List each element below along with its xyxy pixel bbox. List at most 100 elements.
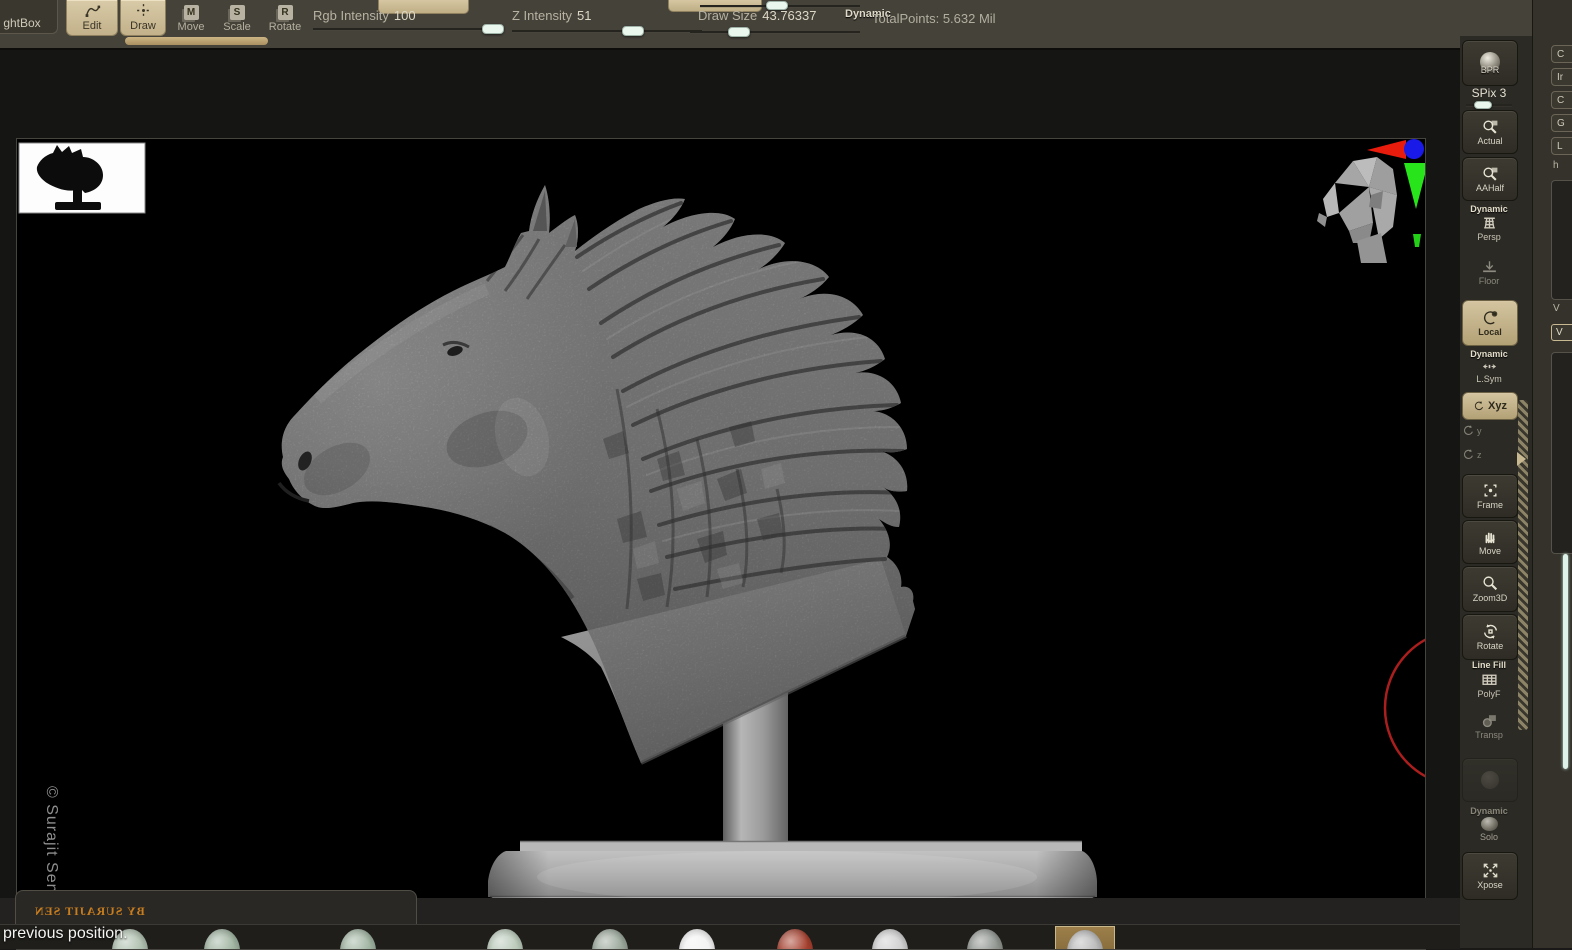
tray-fragment-button[interactable]: G <box>1551 114 1572 132</box>
xpose-button[interactable]: Xpose <box>1462 852 1518 900</box>
bpr-button[interactable]: BPR <box>1462 40 1518 86</box>
tray-scrollbar[interactable] <box>1563 554 1568 769</box>
tray-divider-arrow-icon[interactable] <box>1517 452 1526 466</box>
aahalf-label: AAHalf <box>1475 183 1504 193</box>
tray-fragment-button[interactable]: Ir <box>1551 68 1572 86</box>
material-sphere <box>872 929 908 949</box>
tray-divider[interactable] <box>1518 400 1528 730</box>
lsym-label: L.Sym <box>1476 374 1502 384</box>
toolbar-scroll-indicator[interactable] <box>125 37 268 45</box>
material-sphere <box>487 929 523 949</box>
document-background: © Surajit Sen 2025 <box>0 50 1460 950</box>
rotate-camera-button[interactable]: Rotate <box>1462 614 1518 660</box>
rotate-y-button[interactable]: y <box>1462 424 1516 437</box>
tray-fragment-panel <box>1551 352 1572 554</box>
tray-fragment-button[interactable]: C <box>1551 45 1572 63</box>
solo-icon <box>1480 817 1498 831</box>
transp-button[interactable]: Transp <box>1462 712 1516 740</box>
local-button[interactable]: Local <box>1462 300 1518 346</box>
draw-size-slider[interactable] <box>690 31 860 33</box>
material-thumb-spiky-creature[interactable] <box>580 926 640 949</box>
spix-value: 3 <box>1499 86 1507 100</box>
frame-button[interactable]: Frame <box>1462 474 1518 518</box>
actual-button[interactable]: Actual <box>1462 110 1518 154</box>
xyz-label: Xyz <box>1488 400 1507 412</box>
zoom3d-button[interactable]: Zoom3D <box>1462 566 1518 612</box>
lsym-button[interactable]: L.Sym <box>1462 360 1516 384</box>
material-thumb-sculpt-head-2[interactable] <box>328 926 388 949</box>
sculpt-canvas[interactable]: © Surajit Sen 2025 <box>16 138 1426 950</box>
draw-label: Draw <box>130 20 156 32</box>
tray-fragment-button[interactable]: L <box>1551 137 1572 155</box>
move-icon: M <box>183 5 199 20</box>
rgb-intensity-label: Rgb Intensity 100 <box>313 8 416 23</box>
dynamic-lsym-label: Dynamic <box>1470 349 1508 359</box>
ghost-button[interactable] <box>1462 758 1518 802</box>
tool-preview-thumbnail[interactable] <box>18 142 146 214</box>
spix-label: SPix <box>1471 86 1497 100</box>
draw-icon <box>135 2 152 19</box>
rgb-intensity-handle[interactable] <box>482 24 504 34</box>
lightbox-button[interactable]: ghtBox <box>0 0 58 34</box>
scale-mode-button[interactable]: S Scale <box>214 0 260 36</box>
move-camera-button[interactable]: Move <box>1462 520 1518 564</box>
draw-mode-button[interactable]: Draw <box>120 0 166 36</box>
material-sphere <box>777 929 813 949</box>
material-sphere <box>679 929 715 949</box>
total-points-readout: TotalPoints: 5.632 Mil <box>872 11 996 26</box>
material-thumb-sphere-pale-green[interactable] <box>475 926 535 949</box>
rotate-z-letter: z <box>1477 449 1482 460</box>
actual-label: Actual <box>1477 136 1503 146</box>
material-sphere <box>1067 930 1103 949</box>
orientation-gizmo[interactable] <box>1317 139 1425 263</box>
material-thumb-sphere-gray[interactable] <box>955 926 1015 949</box>
material-thumb-sphere-red[interactable] <box>765 926 825 949</box>
credit-text-mirrored: By Surajit Sen <box>34 904 145 918</box>
rgb-intensity-value: 100 <box>393 8 416 23</box>
tray-fragment-button[interactable]: C <box>1551 91 1572 109</box>
xpose-icon <box>1482 862 1499 879</box>
right-shelf: BPR SPix 3 Actual AAHalf Dynamic Persp F… <box>1460 36 1532 948</box>
rotate-z-button[interactable]: z <box>1462 448 1516 461</box>
bottom-bar: By Surajit Sen previous position. <box>0 890 1460 949</box>
top-toolbar: ghtBox Edit Draw M Move S Scale R Rotate… <box>0 0 1572 50</box>
edit-icon <box>84 2 101 19</box>
draw-size-value: 43.76337 <box>762 8 817 23</box>
material-thumb-sphere-white[interactable] <box>667 926 727 949</box>
horse-sculpture[interactable] <box>247 179 947 779</box>
material-sphere <box>340 929 376 949</box>
zoom3d-icon <box>1482 575 1499 592</box>
material-thumb-sphere-selected[interactable] <box>1055 926 1115 949</box>
rotate-camera-icon <box>1482 623 1499 640</box>
tray-fragment-field[interactable]: V <box>1551 324 1572 341</box>
draw-size-label: Draw Size 43.76337 <box>698 8 817 23</box>
z-intensity-handle[interactable] <box>622 26 644 36</box>
rotate-mode-button[interactable]: R Rotate <box>260 0 310 36</box>
persp-button[interactable]: Persp <box>1462 214 1516 242</box>
z-intensity-label: Z Intensity 51 <box>512 8 592 23</box>
persp-icon <box>1481 214 1498 231</box>
edit-mode-button[interactable]: Edit <box>66 0 118 36</box>
floor-button[interactable]: Floor <box>1462 258 1516 286</box>
line-fill-label: Line Fill <box>1471 660 1506 670</box>
transp-label: Transp <box>1475 730 1503 740</box>
brush-cursor-rings <box>1383 638 1425 778</box>
material-thumb-sculpt-head-1[interactable] <box>192 926 252 949</box>
aahalf-button[interactable]: AAHalf <box>1462 157 1518 201</box>
move-camera-label: Move <box>1478 546 1501 556</box>
z-intensity-slider[interactable] <box>512 30 702 32</box>
dynamic-persp-label: Dynamic <box>1470 204 1508 214</box>
polyf-button[interactable]: PolyF <box>1462 671 1516 699</box>
rotate-y-letter: y <box>1477 425 1482 436</box>
solo-button[interactable]: Solo <box>1462 817 1516 842</box>
rgb-intensity-slider[interactable] <box>313 28 503 30</box>
spix-handle[interactable] <box>1474 101 1492 109</box>
tray-fragment-text: V <box>1553 303 1560 314</box>
xyz-button[interactable]: Xyz <box>1462 392 1518 420</box>
transp-icon <box>1481 712 1498 729</box>
draw-size-handle[interactable] <box>728 27 750 37</box>
spix-slider-group[interactable]: SPix 3 <box>1462 86 1516 109</box>
lightbox-label: ghtBox <box>3 16 41 30</box>
move-mode-button[interactable]: M Move <box>168 0 214 36</box>
material-thumb-sphere-light-gray[interactable] <box>860 926 920 949</box>
